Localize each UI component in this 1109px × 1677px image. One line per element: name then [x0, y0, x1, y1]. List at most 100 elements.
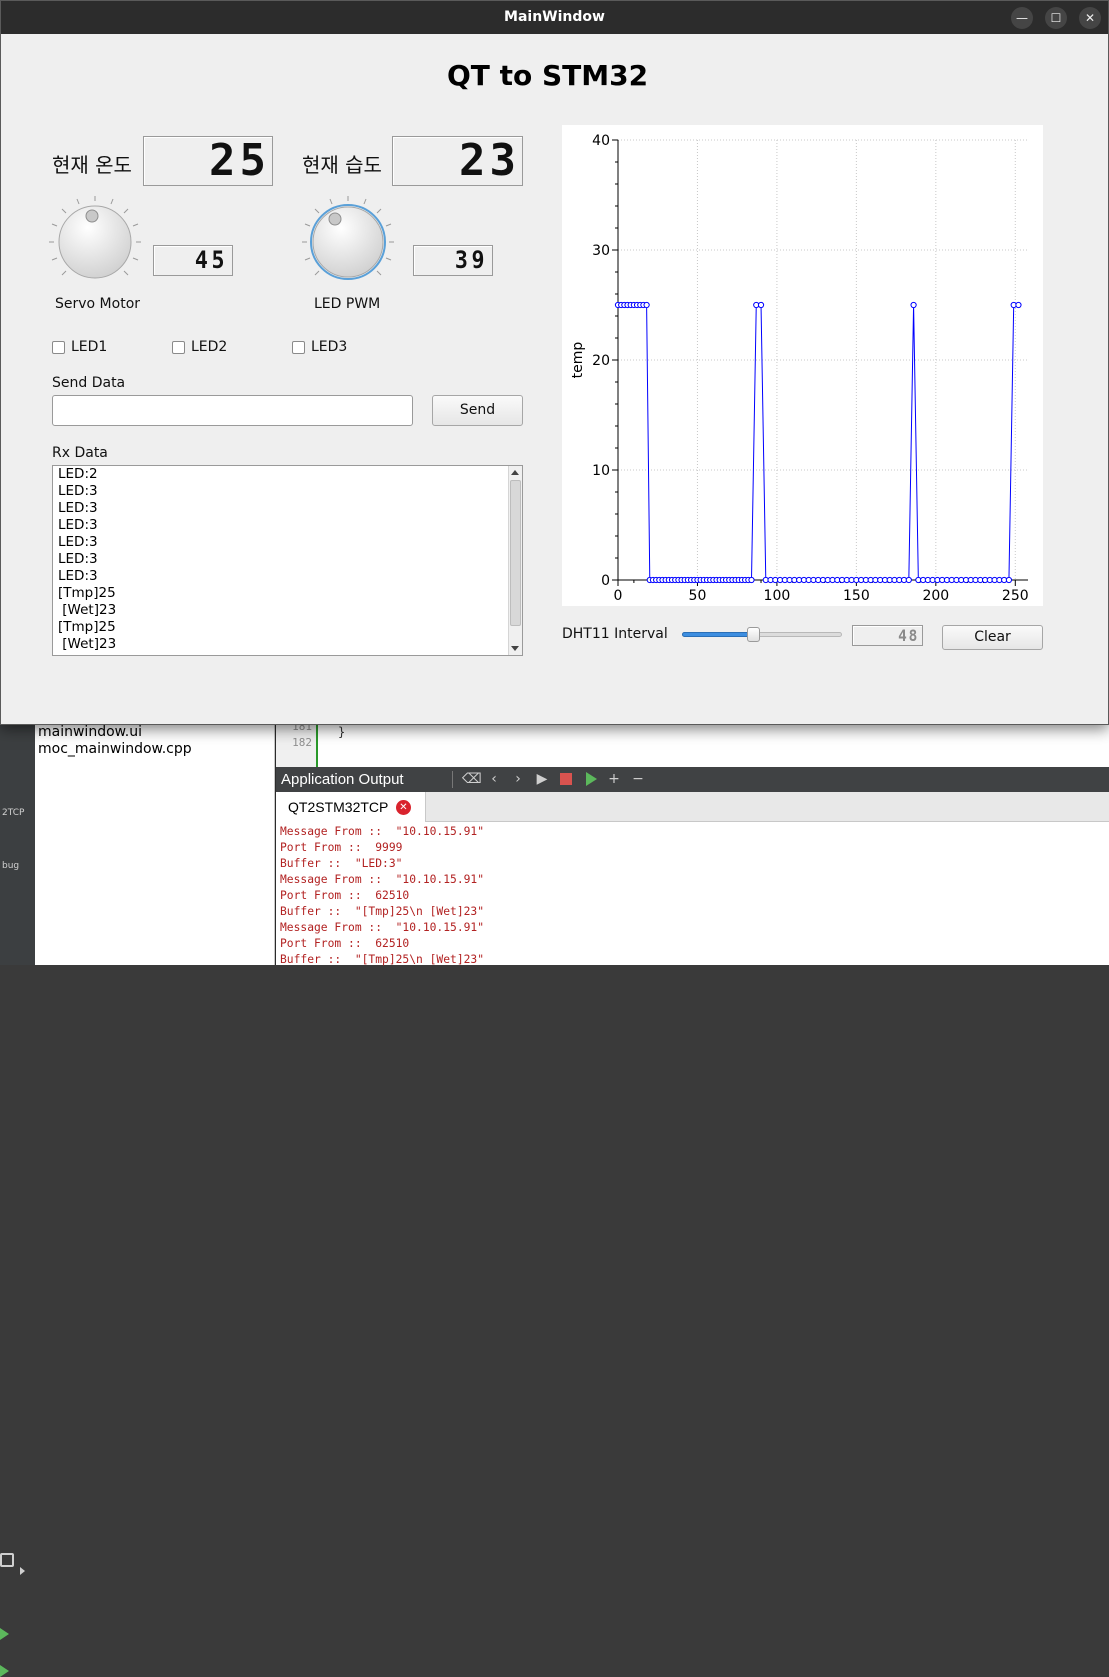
file-item[interactable]: moc_mainwindow.cpp	[38, 741, 192, 757]
rx-item[interactable]: LED:3	[58, 500, 508, 517]
pwm-value: 39	[454, 246, 489, 274]
close-tab-icon[interactable]: ✕	[396, 800, 411, 815]
rx-data-list[interactable]: LED:2 LED:3 LED:3 LED:3 LED:3 LED:3 LED:3 [Tmp]…	[52, 465, 523, 656]
clear-button[interactable]: Clear	[942, 625, 1043, 650]
log-line: Port From :: 62510	[280, 937, 410, 950]
chevron-right-icon[interactable]	[20, 1567, 25, 1575]
close-button[interactable]: ✕	[1079, 7, 1101, 29]
led3-label: LED3	[311, 339, 348, 355]
output-tab[interactable]: QT2STM32TCP ✕	[276, 792, 426, 822]
humidity-lcd: 23	[392, 136, 523, 186]
rx-item[interactable]: [Tmp]25	[58, 585, 508, 602]
attach-debugger-icon[interactable]	[586, 772, 597, 786]
y-tick-label: 20	[592, 353, 610, 369]
previous-icon[interactable]: ‹	[486, 771, 502, 787]
zoom-out-icon[interactable]: −	[630, 771, 646, 787]
log-line: Message From :: "10.10.15.91"	[280, 921, 485, 934]
rail-debug-label: bug	[2, 861, 20, 871]
line-number: 182	[292, 736, 312, 749]
led1-checkbox-row[interactable]: LED1	[52, 339, 107, 355]
led3-checkbox[interactable]	[292, 340, 305, 354]
log-line: Buffer :: "[Tmp]25\n [Wet]23"	[280, 953, 485, 966]
servo-dial[interactable]	[47, 194, 143, 290]
window-titlebar[interactable]: MainWindow — ☐ ✕	[1, 1, 1108, 34]
x-tick-label: 50	[689, 588, 707, 604]
y-tick-label: 30	[592, 243, 610, 259]
run-icon[interactable]	[0, 1628, 9, 1640]
send-data-input[interactable]	[52, 395, 413, 426]
led2-label: LED2	[191, 339, 228, 355]
temperature-lcd: 25	[143, 136, 273, 186]
scroll-up-icon[interactable]	[511, 470, 519, 475]
main-window: MainWindow — ☐ ✕ QT to STM32 현재 온도 25 현재…	[0, 0, 1109, 725]
temp-data-point	[1005, 576, 1013, 584]
rerun-icon[interactable]: ▶	[534, 771, 550, 787]
stop-icon[interactable]	[560, 773, 572, 785]
line-number-gutter: 181 182	[276, 720, 318, 767]
rx-item[interactable]: [Wet]23	[58, 602, 508, 619]
rx-scrollbar[interactable]	[508, 466, 522, 655]
monitor-icon[interactable]	[0, 1553, 14, 1567]
rx-item[interactable]: [Wet]23	[58, 636, 508, 653]
output-toolbar: Application Output ⌫ ‹ › ▶ + −	[276, 767, 1109, 792]
rx-item[interactable]: LED:3	[58, 483, 508, 500]
y-tick-label: 10	[592, 463, 610, 479]
chart-svg: 0 10 20 30 40 0 50 100 150 200 250 temp	[570, 133, 1029, 604]
rx-items: LED:2 LED:3 LED:3 LED:3 LED:3 LED:3 LED:3 [Tmp]…	[58, 466, 508, 653]
interval-slider[interactable]	[682, 627, 842, 643]
scroll-thumb[interactable]	[510, 480, 521, 626]
log-line: Buffer :: "[Tmp]25\n [Wet]23"	[280, 905, 485, 918]
window-title: MainWindow	[504, 9, 605, 25]
pwm-lcd: 39	[413, 245, 493, 276]
rx-item[interactable]: LED:3	[58, 534, 508, 551]
interval-value: 48	[897, 626, 919, 645]
code-editor[interactable]: 181 182 }	[276, 720, 1109, 767]
led2-checkbox[interactable]	[172, 340, 185, 354]
rx-data-label: Rx Data	[52, 445, 108, 461]
temp-data-point	[905, 576, 912, 584]
temperature-chart[interactable]: 0 10 20 30 40 0 50 100 150 200 250 temp	[562, 125, 1043, 606]
minimize-button[interactable]: —	[1011, 7, 1033, 29]
maximize-button[interactable]: ☐	[1045, 7, 1067, 29]
temp-series-line	[618, 304, 1019, 581]
output-pane-title: Application Output	[281, 771, 404, 788]
send-button[interactable]: Send	[432, 395, 523, 426]
led2-checkbox-row[interactable]: LED2	[172, 339, 227, 355]
rx-item[interactable]: LED:3	[58, 568, 508, 585]
x-tick-label: 0	[614, 588, 623, 604]
temp-data-point	[643, 301, 650, 309]
humidity-label: 현재 습도	[302, 153, 382, 177]
file-item[interactable]: mainwindow.ui	[38, 724, 142, 740]
servo-value: 45	[194, 246, 229, 274]
rx-item[interactable]: [Tmp]25	[58, 619, 508, 636]
x-tick-label: 100	[764, 588, 791, 604]
x-tick-label: 150	[843, 588, 870, 604]
temp-data-point	[757, 301, 765, 309]
log-line: Port From :: 9999	[280, 841, 403, 854]
led1-checkbox[interactable]	[52, 340, 65, 354]
y-tick-label: 0	[601, 573, 610, 589]
code-line: }	[338, 725, 346, 739]
rx-item[interactable]: LED:3	[58, 551, 508, 568]
led3-checkbox-row[interactable]: LED3	[292, 339, 347, 355]
slider-handle[interactable]	[746, 627, 760, 642]
pwm-label: LED PWM	[314, 296, 381, 312]
log-line: Port From :: 62510	[280, 889, 410, 902]
next-icon[interactable]: ›	[510, 771, 526, 787]
zoom-in-icon[interactable]: +	[606, 771, 622, 787]
debug-run-icon[interactable]	[0, 1665, 9, 1677]
output-tab-label: QT2STM32TCP	[288, 799, 389, 815]
temperature-label: 현재 온도	[52, 153, 132, 177]
scroll-down-icon[interactable]	[511, 646, 519, 651]
led-pwm-dial[interactable]	[300, 194, 396, 290]
rx-item[interactable]: LED:2	[58, 466, 508, 483]
temp-data-point	[910, 301, 917, 309]
app-title: QT to STM32	[446, 59, 649, 92]
application-output-log[interactable]: Message From :: "10.10.15.91" Port From …	[276, 822, 1109, 966]
rail-project-label: 2TCP	[2, 808, 25, 818]
slider-fill	[682, 632, 754, 637]
project-file-tree: mainwindow.ui moc_mainwindow.cpp	[35, 724, 275, 965]
clean-output-icon[interactable]: ⌫	[462, 771, 482, 787]
temp-data-point	[1015, 301, 1022, 309]
rx-item[interactable]: LED:3	[58, 517, 508, 534]
